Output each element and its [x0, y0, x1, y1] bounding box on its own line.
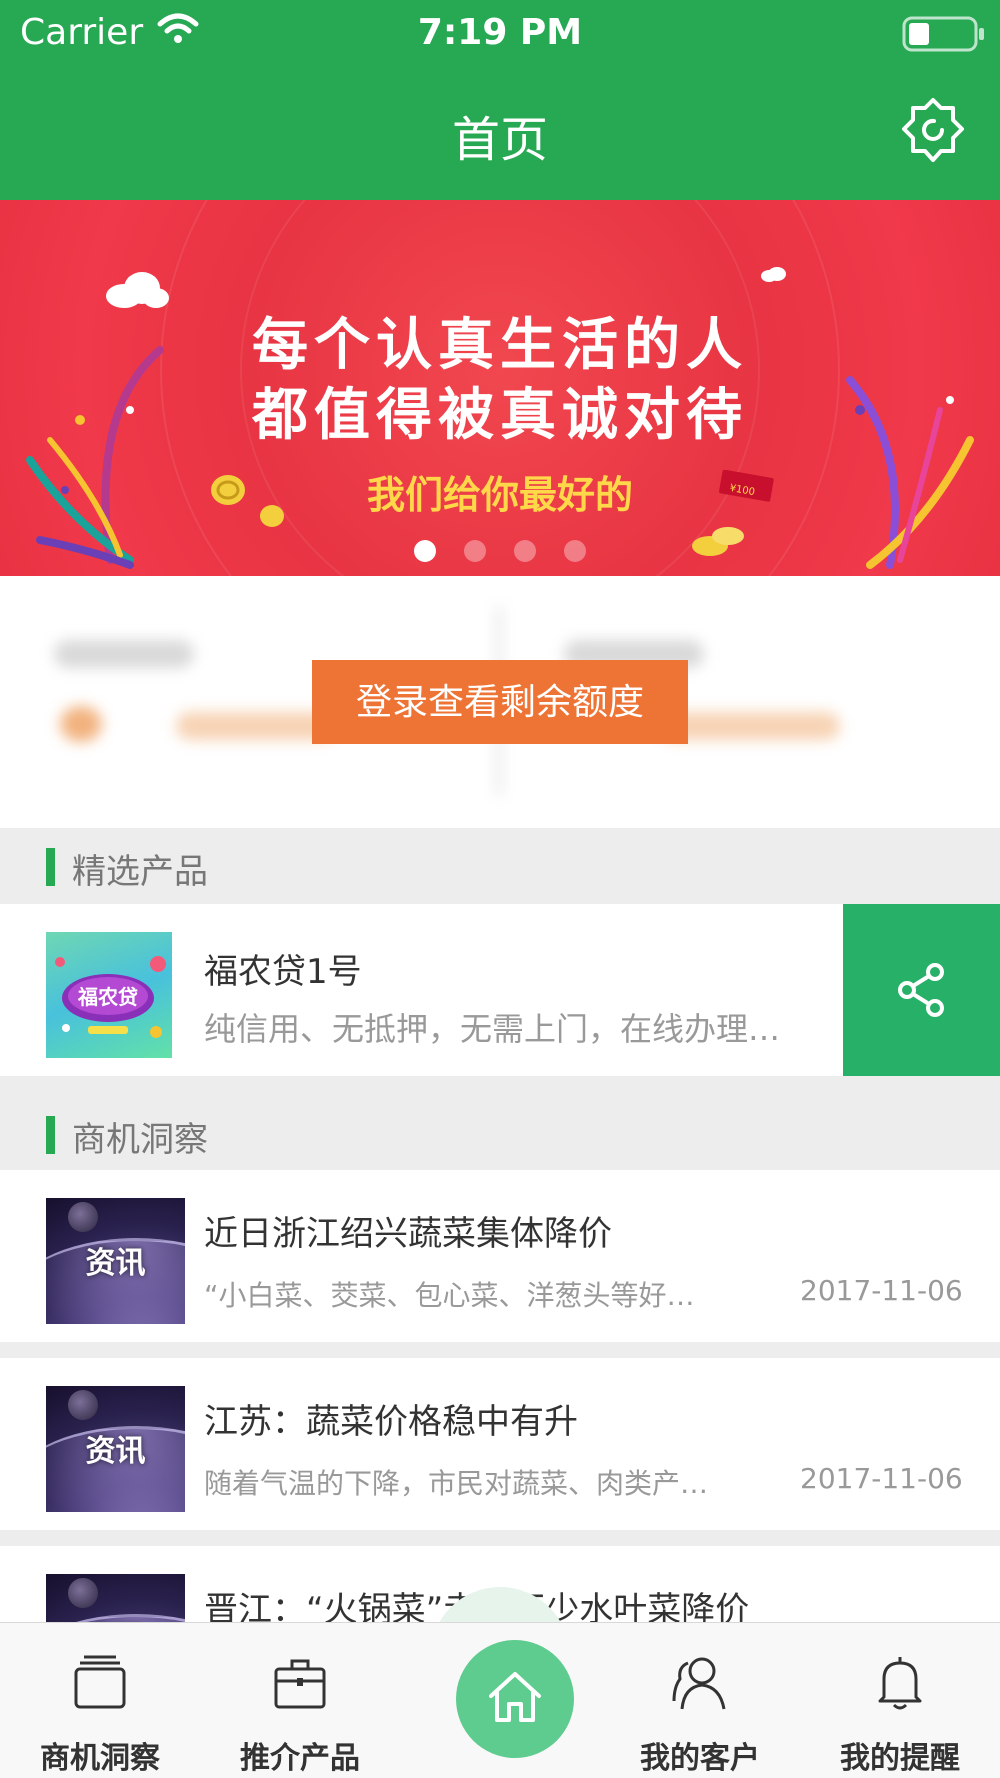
credit-summary: 登录查看剩余额度 [0, 576, 1000, 828]
battery-icon [902, 16, 984, 52]
briefcase-icon [274, 1659, 326, 1709]
status-bar: Carrier 7:19 PM [0, 0, 1000, 66]
news-title: 江苏：蔬菜价格稳中有升 [204, 1402, 578, 1442]
news-summary: “小白菜、茭菜、包心菜、洋葱头等好… [204, 1279, 695, 1312]
share-button[interactable] [843, 904, 1000, 1076]
news-thumbnail-label: 资讯 [85, 1246, 146, 1281]
product-item[interactable]: 福农贷 福农贷1号 纯信用、无抵押，无需上门，在线办理… [0, 904, 1000, 1076]
news-title: 近日浙江绍兴蔬菜集体降价 [204, 1214, 612, 1254]
tab-label: 我的提醒 [840, 1741, 960, 1776]
section-accent-bar [46, 848, 55, 886]
news-thumbnail: 资讯 [46, 1198, 185, 1324]
news-item[interactable]: 资讯 江苏：蔬菜价格稳中有升 随着气温的下降，市民对蔬菜、肉类产… 2017-1… [0, 1358, 1000, 1530]
home-icon [489, 1672, 541, 1722]
page-title: 首页 [451, 112, 548, 168]
list-divider [0, 1530, 1000, 1546]
news-summary: 随着气温的下降，市民对蔬菜、肉类产… [204, 1467, 709, 1500]
section-header-insights: 商机洞察 [0, 1076, 1000, 1170]
moon-graphic [68, 1578, 98, 1608]
tab-my-customers[interactable]: 我的客户 [600, 1623, 800, 1778]
promo-banner[interactable]: ¥100 每个认真生活的人 都值得被真诚对待 我们给你最好的 [0, 200, 1000, 576]
blurred-icon [60, 706, 102, 742]
tab-insights[interactable]: 商机洞察 [0, 1623, 200, 1778]
top-bar: Carrier 7:19 PM 首页 [0, 0, 1000, 200]
carousel-dot[interactable] [514, 540, 536, 562]
tab-recommended-products[interactable]: 推介产品 [200, 1623, 400, 1778]
bell-icon [878, 1657, 922, 1710]
banner-headline: 每个认真生活的人 [252, 312, 748, 378]
tab-label: 商机洞察 [40, 1741, 160, 1776]
svg-text:福农贷: 福农贷 [77, 985, 138, 1009]
coin-icon [692, 527, 744, 556]
section-header-featured: 精选产品 [0, 828, 1000, 904]
product-name: 福农贷1号 [204, 952, 362, 992]
share-icon [898, 963, 944, 1017]
carousel-dot[interactable] [464, 540, 486, 562]
news-thumbnail-label: 资讯 [85, 1434, 146, 1469]
cards-icon [74, 1655, 126, 1709]
tab-home[interactable] [456, 1640, 574, 1758]
section-title: 商机洞察 [72, 1120, 208, 1160]
tab-my-reminders[interactable]: 我的提醒 [800, 1623, 1000, 1778]
product-thumbnail-art: 福农贷 [55, 956, 166, 1038]
users-icon [672, 1657, 726, 1710]
news-thumbnail: 资讯 [46, 1386, 185, 1512]
list-divider [0, 1342, 1000, 1358]
news-item[interactable]: 资讯 近日浙江绍兴蔬菜集体降价 “小白菜、茭菜、包心菜、洋葱头等好… 2017-… [0, 1170, 1000, 1342]
section-title: 精选产品 [72, 852, 208, 892]
banner-headline: 都值得被真诚对待 [252, 382, 748, 448]
product-description: 纯信用、无抵押，无需上门，在线办理… [204, 1010, 781, 1048]
product-thumbnail: 福农贷 [46, 932, 172, 1058]
moon-graphic [68, 1202, 98, 1232]
tab-label: 推介产品 [240, 1741, 360, 1776]
news-date: 2017-11-06 [800, 1274, 963, 1307]
tab-label: 我的客户 [640, 1741, 760, 1776]
carousel-dot[interactable] [564, 540, 586, 562]
banner-slogan: 我们给你最好的 [366, 473, 633, 517]
login-view-credit-button[interactable]: 登录查看剩余额度 [312, 660, 688, 744]
blurred-label [54, 640, 194, 668]
news-date: 2017-11-06 [800, 1462, 963, 1495]
status-time: 7:19 PM [417, 12, 583, 53]
section-accent-bar [46, 1116, 55, 1154]
cloud-icon [761, 267, 786, 282]
carousel-dot[interactable] [414, 540, 436, 562]
gear-icon[interactable] [898, 96, 968, 166]
moon-graphic [68, 1390, 98, 1420]
